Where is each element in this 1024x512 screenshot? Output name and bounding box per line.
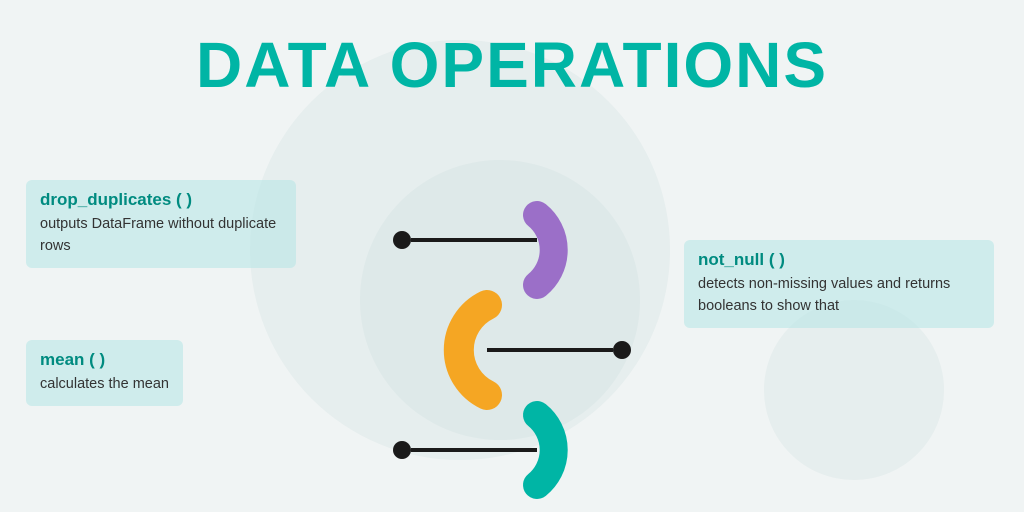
arc-teal (537, 415, 554, 485)
card-not-null: not_null ( ) detects non-missing values … (684, 240, 994, 328)
connector-diagram (372, 160, 652, 500)
diagram-svg (372, 160, 652, 500)
dot-middle (613, 341, 631, 359)
content-area: drop_duplicates ( ) outputs DataFrame wi… (0, 130, 1024, 512)
page-title: DATA OPERATIONS (0, 0, 1024, 102)
arc-purple (537, 215, 554, 285)
card-drop-duplicates: drop_duplicates ( ) outputs DataFrame wi… (26, 180, 296, 268)
dot-bottom (393, 441, 411, 459)
card-drop-duplicates-desc: outputs DataFrame without duplicate rows (40, 214, 282, 258)
card-mean-desc: calculates the mean (40, 374, 169, 396)
card-drop-duplicates-title: drop_duplicates ( ) (40, 190, 282, 210)
card-mean: mean ( ) calculates the mean (26, 340, 183, 406)
arc-orange (459, 305, 487, 395)
card-not-null-title: not_null ( ) (698, 250, 980, 270)
card-not-null-desc: detects non-missing values and returns b… (698, 274, 980, 318)
card-mean-title: mean ( ) (40, 350, 169, 370)
dot-top (393, 231, 411, 249)
